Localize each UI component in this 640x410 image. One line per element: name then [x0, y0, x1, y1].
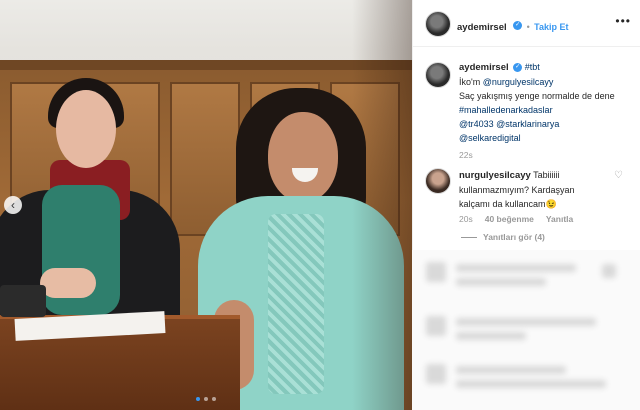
like-comment-heart-icon[interactable]: ♡	[614, 171, 624, 181]
comment-meta: 20s 40 beğenme Yanıtla	[459, 214, 573, 224]
comment-text-1: Tabiiiiii	[533, 170, 560, 180]
follow-button[interactable]: Takip Et	[534, 22, 568, 32]
more-options-icon[interactable]: •••	[615, 14, 631, 28]
comment-text-2: kullanmazmıyım? Kardaşyan	[459, 185, 575, 195]
hashtag-mahalle[interactable]: #mahalledenarkadaslar	[459, 103, 629, 117]
comment-likes[interactable]: 40 beğenme	[485, 214, 534, 224]
reply-button[interactable]: Yanıtla	[546, 214, 573, 224]
mention-tr[interactable]: @tr4033	[459, 119, 494, 129]
author-username[interactable]: aydemirsel	[457, 22, 507, 33]
comment: nurgulyesilcayy Tabiiiiii kullanmazmıyım…	[459, 168, 625, 211]
post-photo[interactable]: ‹	[0, 0, 412, 410]
mention-stark[interactable]: @starklarinarya	[496, 119, 559, 129]
verified-badge-icon: ✓	[513, 21, 523, 31]
caption-line-2: İko'm @nurgulyesilcayy	[459, 75, 629, 89]
carousel-dot	[204, 397, 208, 401]
blurred-block	[426, 316, 446, 336]
lace-trim	[268, 214, 324, 394]
caption-line-5: @tr4033 @starklarinarya	[459, 117, 629, 131]
comment-timestamp: 20s	[459, 214, 473, 224]
carousel-dot	[212, 397, 216, 401]
caption-line-3: Saç yakışmış yenge normalde de dene	[459, 91, 615, 101]
comment-text-3: kalçamı da kullancam😉	[459, 199, 557, 209]
author-avatar[interactable]	[425, 11, 451, 37]
carousel-dots	[196, 397, 216, 401]
carousel-dot-active	[196, 397, 200, 401]
photo-shadow	[352, 0, 412, 410]
blurred-block	[602, 264, 616, 278]
blurred-comments	[412, 250, 640, 410]
blurred-block	[456, 318, 596, 326]
hashtag-tbt[interactable]: #tbt	[525, 62, 540, 72]
view-replies-button[interactable]: Yanıtları gör (4)	[461, 232, 545, 242]
mention-selkare[interactable]: @selkaredigital	[459, 131, 629, 145]
wall-rail	[0, 60, 412, 70]
blurred-block	[456, 366, 566, 374]
blurred-block	[456, 380, 606, 388]
desk-device	[0, 285, 46, 317]
verified-badge-icon: ✓	[513, 63, 523, 73]
commenter-username[interactable]: nurgulyesilcayy	[459, 170, 531, 181]
post-caption: aydemirsel ✓ #tbt İko'm @nurgulyesilcayy…	[459, 60, 629, 145]
blurred-block	[456, 332, 526, 340]
blurred-block	[456, 278, 546, 286]
mention-nurgul[interactable]: @nurgulyesilcayy	[483, 77, 554, 87]
prev-photo-arrow-icon[interactable]: ‹	[4, 196, 22, 214]
replies-line	[461, 237, 477, 239]
caption-line-1: aydemirsel ✓ #tbt	[459, 60, 629, 75]
lawyer-face	[56, 90, 116, 168]
lawyer-hands	[40, 268, 96, 298]
blurred-block	[426, 364, 446, 384]
caption-username[interactable]: aydemirsel	[459, 62, 509, 73]
blurred-block	[456, 264, 576, 272]
caption-text: İko'm	[459, 77, 483, 87]
header-line: aydemirsel ✓ • Takip Et	[457, 17, 569, 35]
post-header: aydemirsel ✓ • Takip Et •••	[413, 0, 640, 47]
blurred-block	[426, 262, 446, 282]
caption-timestamp: 22s	[459, 150, 473, 160]
dot-separator: •	[526, 22, 530, 32]
commenter-avatar[interactable]	[425, 168, 451, 194]
caption-avatar[interactable]	[425, 62, 451, 88]
laughing-face	[268, 112, 338, 202]
view-replies-label: Yanıtları gör (4)	[483, 232, 545, 242]
